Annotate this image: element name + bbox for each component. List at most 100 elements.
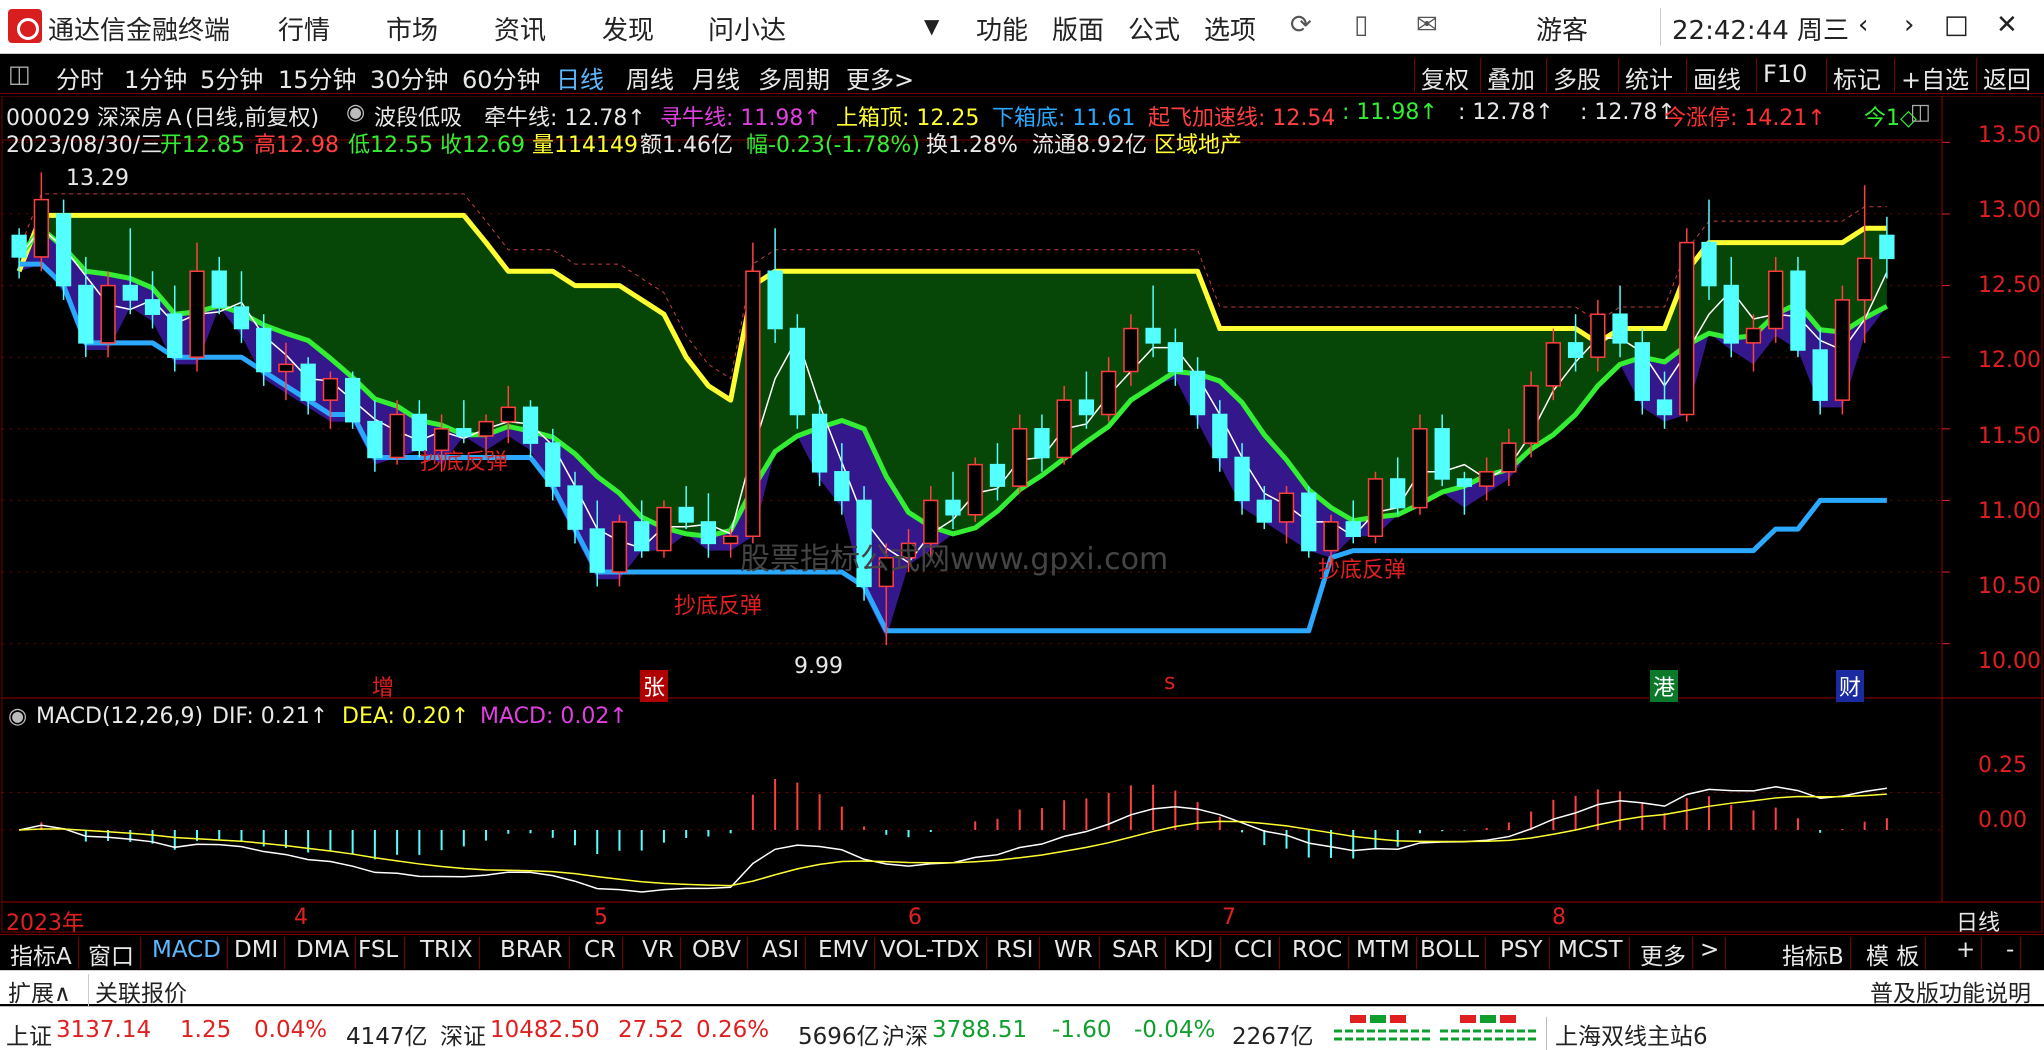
tool-fanhui[interactable]: 返回: [1976, 58, 2037, 94]
market-breadth-icon[interactable]: [1330, 1013, 1540, 1047]
indicator-tab[interactable]: DMI: [228, 937, 286, 969]
candle-body: [189, 270, 205, 358]
phone-icon[interactable]: ▯: [1354, 10, 1368, 40]
kline-chart[interactable]: [0, 96, 2044, 934]
tool-f10[interactable]: F10: [1756, 58, 1813, 92]
hs-name[interactable]: 沪深: [882, 1017, 928, 1050]
indicator-tab[interactable]: >: [1694, 937, 1727, 969]
menu-xuanxiang[interactable]: 选项: [1204, 10, 1256, 47]
tool-tongji[interactable]: 统计: [1618, 58, 1679, 94]
candle-body: [1634, 342, 1650, 401]
indicator-tab-right[interactable]: 指标B: [1776, 937, 1851, 970]
menu-wenxiaoda[interactable]: 问小达: [708, 10, 786, 47]
forward-arrow-icon[interactable]: ›: [1904, 10, 1914, 40]
event-marker[interactable]: 财: [1836, 670, 1865, 702]
indicator-tab[interactable]: PSY: [1494, 937, 1550, 969]
period-more[interactable]: 更多>: [846, 60, 914, 95]
tool-huaxian[interactable]: 画线: [1686, 58, 1747, 94]
indicator-tab[interactable]: RSI: [990, 937, 1041, 969]
indicator-tab[interactable]: DMA: [290, 937, 357, 969]
event-marker[interactable]: 港: [1650, 670, 1679, 702]
candle-body: [1212, 413, 1228, 459]
tool-biaoji[interactable]: 标记: [1826, 58, 1887, 94]
indicator-tab[interactable]: ASI: [756, 937, 807, 969]
back-arrow-icon[interactable]: ‹: [1858, 10, 1868, 40]
indicator-tab[interactable]: TRIX: [414, 937, 480, 969]
tool-diejia[interactable]: 叠加: [1480, 58, 1541, 94]
menu-zixun[interactable]: 资讯: [494, 10, 546, 47]
tool-fuquan[interactable]: 复权: [1414, 58, 1475, 94]
period-monthly[interactable]: 月线: [692, 60, 740, 95]
tool-duogu[interactable]: 多股: [1546, 58, 1607, 94]
period-1min[interactable]: 1分钟: [124, 60, 187, 95]
indicator-tab[interactable]: VOL-TDX: [874, 937, 987, 969]
indicator-tab[interactable]: WR: [1048, 937, 1100, 969]
refresh-icon[interactable]: ⟳: [1290, 10, 1312, 40]
version-info-link[interactable]: 普及版功能说明: [1870, 974, 2031, 1008]
period-daily[interactable]: 日线: [556, 60, 604, 95]
menu-shichang[interactable]: 市场: [386, 10, 438, 47]
menu-gongshi[interactable]: 公式: [1128, 10, 1180, 47]
period-multi[interactable]: 多周期: [758, 60, 830, 95]
indicator-tab-right[interactable]: +: [1950, 937, 1983, 969]
candle-body: [1456, 478, 1473, 487]
indicator-tab[interactable]: OBV: [686, 937, 748, 969]
candle-body: [522, 406, 539, 444]
indicator-tab[interactable]: KDJ: [1168, 937, 1221, 969]
expand-icon[interactable]: ◉: [346, 100, 365, 125]
event-marker[interactable]: 增: [372, 670, 394, 702]
period-30min[interactable]: 30分钟: [370, 60, 449, 95]
indicator-tab[interactable]: BOLL: [1414, 937, 1487, 969]
close-icon[interactable]: ✕: [1996, 10, 2018, 40]
expand-button[interactable]: 扩展∧: [8, 974, 71, 1008]
indicator-tab[interactable]: SAR: [1106, 937, 1166, 969]
signal-label: 抄底反弹: [1318, 558, 1407, 583]
sz-name[interactable]: 深证: [440, 1017, 486, 1050]
period-15min[interactable]: 15分钟: [278, 60, 357, 95]
sidebar-toggle-icon[interactable]: ◫: [8, 60, 31, 88]
candle-body: [1412, 428, 1428, 509]
indicator-tab[interactable]: CCI: [1228, 937, 1280, 969]
indicator-tab[interactable]: CR: [578, 937, 624, 969]
tool-zixuan[interactable]: +自选: [1894, 58, 1975, 94]
period-60min[interactable]: 60分钟: [462, 60, 541, 95]
indicator-tab[interactable]: FSL: [352, 937, 406, 969]
macd-name[interactable]: MACD(12,26,9): [36, 704, 203, 729]
indicator-tab[interactable]: 更多: [1634, 937, 1693, 970]
indicator-tab-right[interactable]: -: [2000, 937, 2022, 969]
candle-body: [300, 363, 316, 401]
menu-hangqing[interactable]: 行情: [278, 10, 330, 47]
menu-faxian[interactable]: 发现: [602, 10, 654, 47]
event-marker[interactable]: 张: [640, 670, 669, 702]
indicator-tab[interactable]: MCST: [1552, 937, 1630, 969]
event-marker[interactable]: s: [1164, 670, 1175, 695]
period-fenshi[interactable]: 分时: [56, 60, 104, 95]
candle-body: [567, 485, 583, 530]
indicator-tab[interactable]: 窗口: [82, 937, 141, 970]
macd-expand-icon[interactable]: ◉: [8, 704, 27, 729]
chevron-down-icon[interactable]: ▼: [924, 14, 939, 38]
period-5min[interactable]: 5分钟: [200, 60, 263, 95]
indicator-tab[interactable]: 指标A: [4, 937, 79, 970]
candle-body: [500, 406, 516, 423]
menu-banmian[interactable]: 版面: [1052, 10, 1104, 47]
menu-gongneng[interactable]: 功能: [976, 10, 1028, 47]
indicator-tab[interactable]: BRAR: [494, 937, 570, 969]
sh-name[interactable]: 上证: [6, 1017, 52, 1050]
user-label[interactable]: 游客: [1536, 10, 1588, 47]
indicator-tab[interactable]: MACD: [146, 937, 228, 969]
candle-body: [211, 270, 227, 308]
message-icon[interactable]: ✉: [1416, 10, 1438, 40]
server-name[interactable]: 上海双线主站6: [1546, 1017, 1708, 1050]
indicator-tab-right[interactable]: 模 板: [1860, 937, 1927, 970]
related-quote-button[interactable]: 关联报价: [88, 974, 187, 1008]
candle-body: [1323, 521, 1339, 552]
period-weekly[interactable]: 周线: [626, 60, 674, 95]
maximize-icon[interactable]: □: [1944, 10, 1969, 40]
indicator-tab[interactable]: EMV: [812, 937, 876, 969]
candle-body: [456, 428, 472, 437]
panel-toggle-icon[interactable]: ◫: [1910, 100, 1931, 125]
indicator-tab[interactable]: VR: [636, 937, 681, 969]
indicator-tab[interactable]: MTM: [1350, 937, 1417, 969]
indicator-tab[interactable]: ROC: [1286, 937, 1350, 969]
